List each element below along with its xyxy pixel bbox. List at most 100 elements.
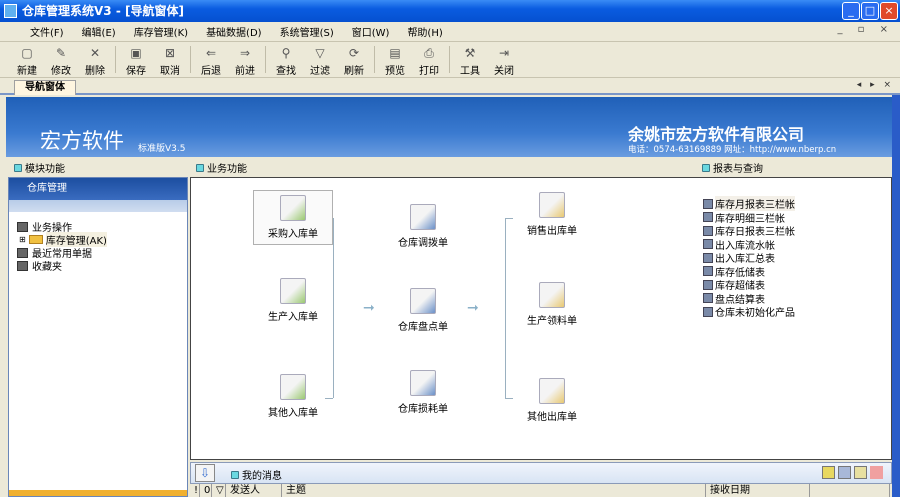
toolbar-button-7[interactable]: ⚲ 查找 — [269, 42, 303, 77]
report-link[interactable]: 出入库汇总表 — [703, 251, 775, 265]
business-item-middle-1[interactable]: 仓库盘点单 — [383, 288, 463, 333]
app-icon — [4, 4, 17, 18]
mdi-controls[interactable]: _ ▫ × — [837, 24, 894, 35]
tree-label: 收藏夹 — [32, 262, 62, 273]
report-link[interactable]: 仓库未初始化产品 — [703, 305, 795, 319]
business-item-inbound-2[interactable]: 其他入库单 — [253, 374, 333, 419]
toolbar-label: 打印 — [419, 66, 439, 77]
section-business: 业务功能 — [196, 160, 247, 175]
expand-icon[interactable]: ⊞ — [19, 235, 26, 244]
report-link[interactable]: 库存日报表三栏帐 — [703, 224, 795, 238]
toolbar-label: 预览 — [385, 66, 405, 77]
collapse-button[interactable]: ⇩ — [195, 464, 215, 482]
document-icon — [280, 278, 306, 304]
toolbar-button-12[interactable]: ⚒ 工具 — [453, 42, 487, 77]
document-icon — [410, 204, 436, 230]
window-title: 仓库管理系统V3 - [导航窗体] — [22, 4, 184, 18]
toolbar-button-10[interactable]: ▤ 预览 — [378, 42, 412, 77]
toolbar-label: 新建 — [17, 66, 37, 77]
menu-item[interactable]: 库存管理(K) — [134, 24, 188, 39]
report-icon — [703, 225, 713, 236]
toolbar-button-4[interactable]: ⊠ 取消 — [153, 42, 187, 77]
toolbar-button-11[interactable]: ⎙ 打印 — [412, 42, 446, 77]
business-item-label: 销售出库单 — [527, 226, 577, 237]
print-icon: ⎙ — [424, 46, 434, 60]
exit-icon: ⇥ — [498, 46, 510, 60]
toolbar-separator — [190, 46, 191, 73]
toolbar-button-0[interactable]: ▢ 新建 — [10, 42, 44, 77]
column-header[interactable]: ! — [190, 484, 200, 497]
tree-item-favorites[interactable]: 收藏夹 — [17, 258, 62, 273]
bracket-line — [333, 218, 334, 398]
company-name: 余姚市宏方软件有限公司 — [628, 125, 805, 144]
column-header[interactable]: 主题 — [282, 484, 706, 497]
report-link[interactable]: 库存月报表三栏帐 — [703, 196, 795, 211]
toolbar-button-3[interactable]: ▣ 保存 — [119, 42, 153, 77]
document-icon — [539, 378, 565, 404]
toolbar-button-9[interactable]: ⟳ 刷新 — [337, 42, 371, 77]
toolbar-button-8[interactable]: ▽ 过滤 — [303, 42, 337, 77]
business-item-middle-2[interactable]: 仓库损耗单 — [383, 370, 463, 415]
folder-icon — [28, 235, 43, 244]
toolbar-button-1[interactable]: ✎ 修改 — [44, 42, 78, 77]
column-header[interactable]: 接收日期 — [706, 484, 810, 497]
business-panel: ➞ ➞ 采购入库单 生产入库单 其他入库单 仓库调拨单 仓库盘点单 仓库损耗单 销售出库单生… — [190, 177, 892, 460]
column-header[interactable]: ▽ — [212, 484, 226, 497]
business-item-inbound-0[interactable]: 采购入库单 — [253, 190, 333, 245]
menu-item[interactable]: 编辑(E) — [82, 24, 116, 39]
toolbar-label: 修改 — [51, 66, 71, 77]
version: 标准版V3.5 — [138, 144, 186, 154]
refresh-message-icon[interactable] — [822, 466, 835, 479]
print-message-icon[interactable] — [838, 466, 851, 479]
module-header[interactable]: 仓库管理 — [9, 178, 187, 200]
business-item-label: 仓库调拨单 — [398, 238, 448, 249]
report-link[interactable]: 库存明细三栏帐 — [703, 211, 785, 225]
business-item-outbound-1[interactable]: 生产领料单 — [512, 282, 592, 327]
tab-nav-buttons[interactable]: ◂ ▸ × — [857, 80, 894, 90]
section-reports: 报表与查询 — [702, 160, 763, 175]
column-header[interactable]: 0 — [200, 484, 212, 497]
save-icon: ▣ — [130, 46, 142, 60]
toolbar: ▢ 新建 ✎ 修改 ✕ 删除 ▣ 保存 ⊠ 取消 ⇐ 后退 ⇒ 前进 ⚲ 查找 ▽ 过滤 ⟳ 刷新 ▤ 预览 ⎙ 打印 ⚒ 工具 ⇥… — [0, 42, 900, 78]
report-link[interactable]: 库存低储表 — [703, 265, 765, 279]
maximize-button[interactable]: □ — [861, 2, 879, 20]
business-item-outbound-2[interactable]: 其他出库单 — [512, 378, 592, 423]
report-link[interactable]: 库存超储表 — [703, 278, 765, 292]
close-button[interactable]: × — [880, 2, 898, 20]
toolbar-button-6[interactable]: ⇒ 前进 — [228, 42, 262, 77]
business-item-middle-0[interactable]: 仓库调拨单 — [383, 204, 463, 249]
delete-message-icon[interactable] — [870, 466, 883, 479]
toolbar-label: 关闭 — [494, 66, 514, 77]
computer-icon — [17, 260, 28, 271]
banner: 宏方软件 标准版V3.5 余姚市宏方软件有限公司 电话：0574-6316988… — [6, 97, 892, 157]
brand-name: 宏方软件 — [40, 129, 124, 153]
computer-icon — [17, 221, 28, 232]
compose-message-icon[interactable] — [854, 466, 867, 479]
preview-icon: ▤ — [389, 46, 401, 60]
document-icon — [539, 192, 565, 218]
toolbar-button-5[interactable]: ⇐ 后退 — [194, 42, 228, 77]
back-icon: ⇐ — [205, 46, 217, 60]
toolbar-button-13[interactable]: ⇥ 关闭 — [487, 42, 521, 77]
report-icon — [703, 239, 713, 249]
message-table-header: ! 0 ▽ 发送人 主题 接收日期 — [190, 484, 892, 497]
menu-item[interactable]: 文件(F) — [30, 24, 64, 39]
edit-icon: ✎ — [55, 46, 67, 60]
column-header[interactable]: 发送人 — [226, 484, 282, 497]
report-link[interactable]: 盘点结算表 — [703, 292, 765, 306]
toolbar-label: 保存 — [126, 66, 146, 77]
tab-navigation[interactable]: 导航窗体 — [14, 80, 76, 95]
toolbar-separator — [265, 46, 266, 73]
minimize-button[interactable]: _ — [842, 2, 860, 20]
report-icon — [703, 279, 713, 290]
business-item-inbound-1[interactable]: 生产入库单 — [253, 278, 333, 323]
menu-item[interactable]: 系统管理(S) — [280, 24, 334, 39]
menu-item[interactable]: 基础数据(D) — [206, 24, 262, 39]
menu-item[interactable]: 帮助(H) — [407, 24, 442, 39]
toolbar-button-2[interactable]: ✕ 删除 — [78, 42, 112, 77]
report-link[interactable]: 出入库流水帐 — [703, 238, 775, 252]
menu-item[interactable]: 窗口(W) — [352, 24, 390, 39]
contact-info: 电话：0574-63169889 网址：http://www.nberp.cn — [628, 145, 837, 155]
business-item-outbound-0[interactable]: 销售出库单 — [512, 192, 592, 237]
column-header-empty — [810, 484, 890, 497]
